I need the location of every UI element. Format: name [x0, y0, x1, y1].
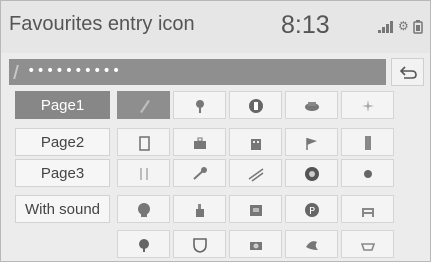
name-input-value: •••••••••• — [27, 63, 122, 79]
icon-cell[interactable] — [173, 159, 226, 187]
page2-button[interactable]: Page2 — [15, 128, 110, 156]
back-button[interactable] — [391, 58, 424, 86]
page-title: Favourites entry icon — [9, 13, 195, 35]
icon-cell[interactable] — [341, 159, 394, 187]
icon-cell[interactable] — [285, 128, 338, 156]
factory-icon — [196, 204, 204, 217]
icon-cell[interactable] — [341, 128, 394, 156]
tree-icon — [139, 239, 149, 252]
clock: 8:13 — [281, 11, 330, 39]
pin-icon — [196, 100, 204, 113]
icon-cell[interactable] — [117, 230, 170, 258]
icon-cell[interactable] — [229, 230, 282, 258]
with-sound-button[interactable]: With sound — [15, 195, 110, 223]
shovel-icon — [193, 167, 207, 180]
icon-cell[interactable] — [285, 91, 338, 119]
bird-icon — [306, 241, 318, 250]
fork-icon — [140, 168, 148, 180]
page1-button[interactable]: Page1 — [15, 91, 110, 119]
icon-cell[interactable] — [341, 230, 394, 258]
settings-gear-icon: ⚙ — [398, 19, 409, 33]
icon-cell[interactable] — [173, 195, 226, 223]
shield-icon — [193, 238, 207, 253]
globe-icon — [138, 203, 150, 217]
road-icon — [248, 168, 264, 182]
icon-cell[interactable] — [173, 128, 226, 156]
text-cursor — [13, 65, 19, 79]
icon-cell[interactable] — [173, 230, 226, 258]
icon-cell[interactable] — [229, 128, 282, 156]
icon-cell[interactable] — [117, 91, 170, 119]
briefcase-icon — [194, 137, 206, 149]
icon-cell[interactable]: P — [285, 195, 338, 223]
car-icon — [305, 102, 319, 111]
screen-frame: Favourites entry icon 8:13 ⚙ •••••••••• … — [0, 0, 431, 262]
name-input[interactable]: •••••••••• — [9, 59, 386, 85]
icon-cell[interactable] — [229, 195, 282, 223]
face-icon — [305, 167, 319, 181]
icon-cell[interactable] — [229, 91, 282, 119]
sparkle-icon — [362, 100, 374, 112]
icon-cell[interactable] — [117, 195, 170, 223]
page3-button[interactable]: Page3 — [15, 159, 110, 187]
icon-cell[interactable] — [117, 159, 170, 187]
bench-icon — [362, 208, 374, 217]
return-arrow-icon — [399, 66, 417, 79]
tower-icon — [365, 136, 371, 150]
parking-icon: P — [305, 203, 319, 217]
cup-icon — [360, 243, 376, 251]
dot-icon — [364, 170, 372, 178]
door-icon — [139, 136, 150, 151]
icon-cell[interactable] — [173, 91, 226, 119]
header-bar: Favourites entry icon 8:13 ⚙ — [1, 1, 430, 53]
icon-cell[interactable] — [341, 91, 394, 119]
icon-cell[interactable] — [285, 159, 338, 187]
icon-cell[interactable] — [117, 128, 170, 156]
icon-cell[interactable] — [229, 159, 282, 187]
shop-icon — [250, 205, 262, 216]
home-icon — [249, 99, 263, 113]
signal-bars-icon — [378, 21, 394, 33]
icon-cell[interactable] — [341, 195, 394, 223]
battery-icon — [413, 20, 423, 34]
camera-icon — [250, 242, 262, 250]
pencil-icon — [140, 100, 150, 113]
flag-icon — [306, 138, 317, 150]
icon-cell[interactable] — [285, 230, 338, 258]
svg-text:P: P — [309, 206, 315, 217]
building-icon — [251, 139, 261, 150]
